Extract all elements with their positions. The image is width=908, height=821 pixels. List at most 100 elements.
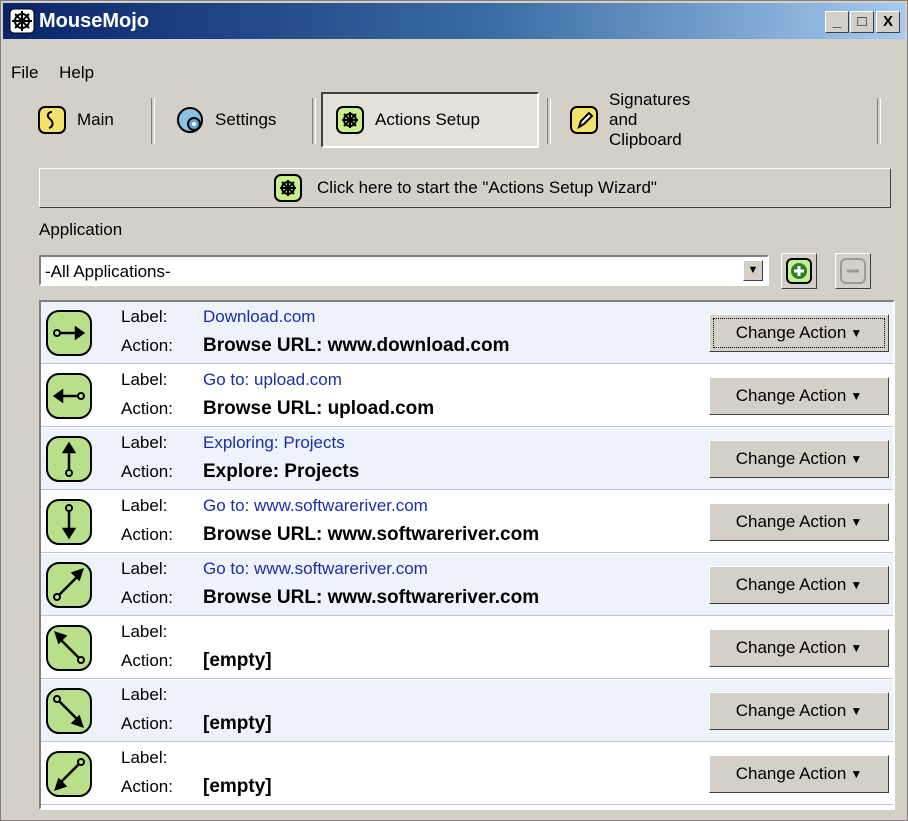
dropdown-arrow-icon: ▼ [850,641,863,655]
action-row[interactable]: Label: Action: Go to: www.softwareriver.co… [41,491,893,553]
tab-main-label: Main [77,110,114,129]
tab-settings-label: Settings [215,110,277,129]
window-title: MouseMojo [39,10,149,32]
tab-divider [877,98,881,144]
right-arrow-gesture-icon [46,310,92,356]
action-caption: Action: [121,777,173,796]
gesture-label-value: Exploring: Projects [203,433,345,452]
remove-application-button[interactable] [835,253,871,289]
actions-setup-icon [336,106,364,134]
change-action-button[interactable]: Change Action ▼ [709,503,889,541]
wizard-label: Click here to start the "Actions Setup W… [317,178,657,197]
change-action-button[interactable]: Change Action ▼ [709,629,889,667]
change-action-label: Change Action [735,575,847,594]
change-action-button[interactable]: Change Action ▼ [709,377,889,415]
label-caption: Label: [121,748,168,767]
gesture-action-list: Label: Action: Download.com Browse URL: www… [39,300,895,810]
tab-settings[interactable]: Settings [163,92,288,148]
change-action-label: Change Action [735,386,847,405]
app-window: MouseMojo _ □ X File Help Main Settings … [0,0,908,821]
dropdown-arrow-icon: ▼ [850,515,863,529]
dropdown-arrow-icon: ▼ [850,578,863,592]
tab-signatures-and-clipboard[interactable]: Signatures and Clipboard [557,90,702,149]
action-caption: Action: [121,588,173,607]
change-action-button[interactable]: Change Action ▼ [709,566,889,604]
tab-divider [547,98,551,144]
gesture-action-value: Browse URL: www.softwareriver.com [203,524,540,545]
gesture-action-value: [empty] [203,776,272,797]
application-select-value: -All Applications- [45,262,171,281]
gesture-action-value: Explore: Projects [203,461,360,482]
label-caption: Label: [121,433,168,452]
gesture-label-value: Go to: upload.com [203,370,342,389]
tab-divider [151,98,155,144]
action-row[interactable]: Label: Action: Go to: upload.com Browse URL… [41,365,893,427]
maximize-button[interactable]: □ [850,11,874,33]
up-left-arrow-gesture-icon [46,625,92,671]
minimize-button[interactable]: _ [825,11,849,33]
up-arrow-gesture-icon [46,436,92,482]
action-caption: Action: [121,525,173,544]
label-caption: Label: [121,370,168,389]
change-action-label: Change Action [735,512,847,531]
tab-main[interactable]: Main [25,92,126,148]
down-right-arrow-gesture-icon [46,688,92,734]
down-arrow-gesture-icon [46,499,92,545]
gesture-label-value: Download.com [203,307,316,326]
action-row[interactable]: Label: Action: Go to: www.softwareriver.co… [41,554,893,616]
dropdown-arrow-icon: ▼ [850,704,863,718]
close-button[interactable]: X [876,11,900,33]
label-caption: Label: [121,622,168,641]
actions-setup-wizard-button[interactable]: Click here to start the "Actions Setup W… [39,168,891,208]
gesture-action-value: [empty] [203,650,272,671]
label-caption: Label: [121,496,168,515]
main-icon [38,106,66,134]
chevron-down-icon[interactable]: ▼ [743,260,763,281]
menu-help[interactable]: Help [59,63,94,83]
label-caption: Label: [121,685,168,704]
change-action-button[interactable]: Change Action ▼ [709,755,889,793]
dropdown-arrow-icon: ▼ [850,389,863,403]
action-caption: Action: [121,336,173,355]
gesture-action-value: Browse URL: upload.com [203,398,435,419]
add-application-button[interactable] [781,253,817,289]
change-action-label: Change Action [735,764,847,783]
up-right-arrow-gesture-icon [46,562,92,608]
left-arrow-gesture-icon [46,373,92,419]
tab-actions-setup[interactable]: Actions Setup [321,92,539,148]
title-bar[interactable]: MouseMojo _ □ X [3,3,905,39]
gesture-action-value: Browse URL: www.download.com [203,335,510,356]
change-action-label: Change Action [735,638,847,657]
action-caption: Action: [121,399,173,418]
change-action-label: Change Action [735,323,847,342]
dropdown-arrow-icon: ▼ [850,767,863,781]
change-action-label: Change Action [735,449,847,468]
action-caption: Action: [121,651,173,670]
action-caption: Action: [121,462,173,481]
gesture-action-value: Browse URL: www.softwareriver.com [203,587,540,608]
action-row[interactable]: Label: Action: Exploring: Projects Explore:… [41,428,893,490]
action-row[interactable]: Label: Action: [empty] Change Action ▼ [41,743,893,805]
mousemojo-logo-icon [9,8,35,34]
action-row[interactable]: Label: Action: [empty] Change Action ▼ [41,617,893,679]
action-caption: Action: [121,714,173,733]
plus-icon [786,258,812,284]
application-label: Application [39,220,123,239]
gesture-label-value: Go to: www.softwareriver.com [203,559,428,578]
tab-signatures-label: Signatures and Clipboard [609,90,691,149]
down-left-arrow-gesture-icon [46,751,92,797]
change-action-button[interactable]: Change Action ▼ [709,314,889,352]
gesture-action-value: [empty] [203,713,272,734]
dropdown-arrow-icon: ▼ [850,452,863,466]
action-row[interactable]: Label: Action: Download.com Browse URL: www… [41,302,893,364]
menu-file[interactable]: File [11,63,38,83]
minus-icon [840,258,866,284]
application-select[interactable]: -All Applications- ▼ [39,255,769,286]
change-action-button[interactable]: Change Action ▼ [709,692,889,730]
change-action-button[interactable]: Change Action ▼ [709,440,889,478]
menu-bar: File Help [11,63,110,85]
action-row[interactable]: Label: Action: [empty] Change Action ▼ [41,680,893,742]
settings-icon [177,107,203,133]
tab-actions-setup-label: Actions Setup [375,110,480,129]
change-action-label: Change Action [735,701,847,720]
